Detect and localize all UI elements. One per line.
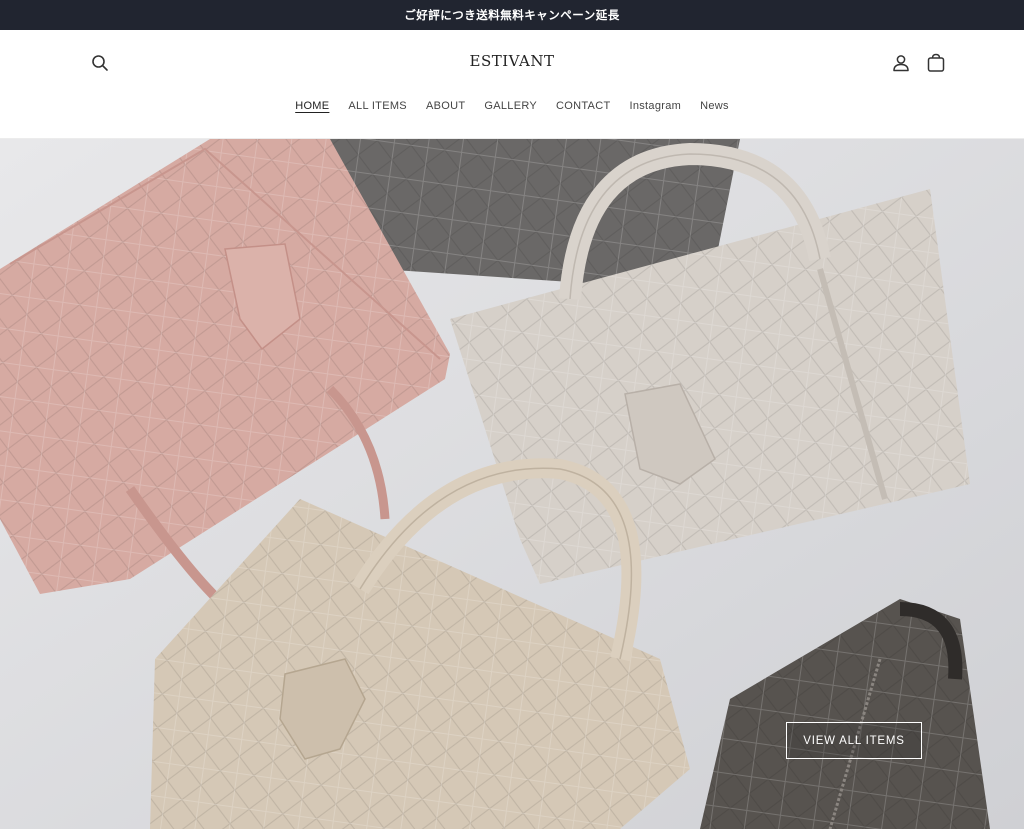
nav-item-news[interactable]: News <box>691 98 739 114</box>
user-icon[interactable] <box>890 52 912 74</box>
hero-banner: VIEW ALL ITEMS <box>0 139 1024 829</box>
site-logo[interactable]: ESTIVANT <box>0 52 1024 70</box>
site-header: ESTIVANT HOME ALL ITEMS ABOUT GALLERY CO… <box>0 30 1024 139</box>
main-nav: HOME ALL ITEMS ABOUT GALLERY CONTACT Ins… <box>0 98 1024 114</box>
nav-item-home[interactable]: HOME <box>286 98 339 114</box>
view-all-items-button[interactable]: VIEW ALL ITEMS <box>786 722 922 759</box>
nav-item-all-items[interactable]: ALL ITEMS <box>339 98 417 114</box>
nav-item-instagram[interactable]: Instagram <box>620 98 691 114</box>
nav-item-contact[interactable]: CONTACT <box>547 98 620 114</box>
nav-item-about[interactable]: ABOUT <box>416 98 474 114</box>
nav-item-gallery[interactable]: GALLERY <box>475 98 547 114</box>
announcement-bar: ご好評につき送料無料キャンペーン延長 <box>0 0 1024 30</box>
announcement-text: ご好評につき送料無料キャンペーン延長 <box>404 8 620 22</box>
cart-icon[interactable] <box>925 52 947 74</box>
